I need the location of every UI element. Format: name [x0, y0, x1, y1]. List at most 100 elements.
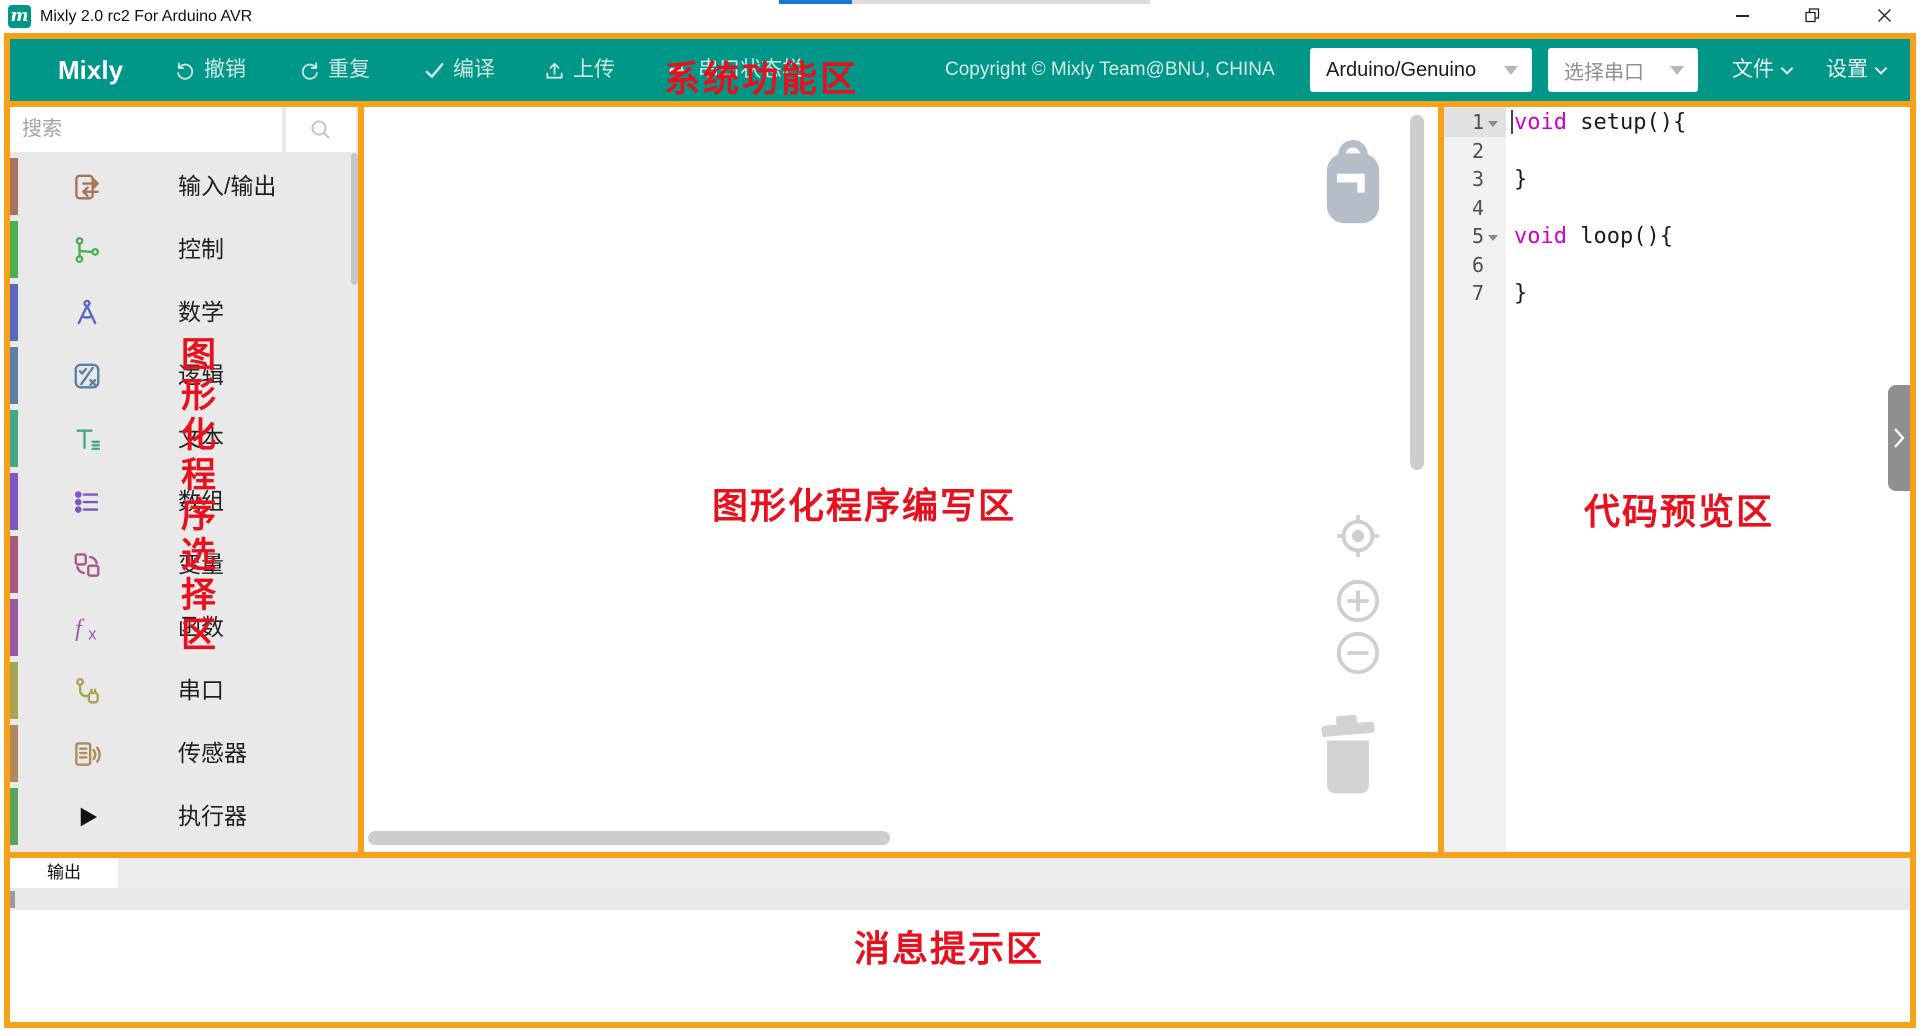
toolbar-button-compile[interactable]: 编译 — [423, 39, 495, 101]
board-select-value: Arduino/Genuino — [1326, 59, 1476, 82]
fold-arrow-icon[interactable] — [1488, 235, 1498, 241]
search-input[interactable] — [10, 107, 282, 152]
top-progress-track — [852, 0, 1150, 4]
toolbar-button-label: 串口状态栏 — [698, 39, 803, 101]
category-color-bar — [10, 662, 18, 719]
sensor-icon — [72, 739, 102, 769]
category-item[interactable]: 逻辑 — [10, 344, 358, 407]
canvas-horizontal-scrollbar[interactable] — [368, 831, 890, 845]
array-icon — [72, 487, 102, 517]
category-item[interactable]: fx 函数 — [10, 596, 358, 659]
gutter-line: 2 — [1444, 137, 1506, 166]
trash-icon[interactable] — [1314, 707, 1382, 804]
toolbar-button-redo[interactable]: 重复 — [298, 39, 370, 101]
category-label: 数组 — [178, 470, 224, 533]
category-label: 执行器 — [178, 785, 247, 848]
chevron-down-icon — [1670, 66, 1684, 75]
redo-icon — [298, 59, 321, 82]
restore-icon — [1805, 8, 1820, 23]
category-item[interactable]: 变量 — [10, 533, 358, 596]
category-color-bar — [10, 410, 18, 467]
category-item[interactable]: 输入/输出 — [10, 155, 358, 218]
code-preview-zone: 1void setup(){23}45void loop(){67} — [1438, 101, 1916, 858]
expand-panel-button[interactable] — [1888, 385, 1910, 491]
toolbar-button-upload[interactable]: 上传 — [543, 39, 615, 101]
undo-icon — [174, 59, 197, 82]
output-tab[interactable]: 输出 — [10, 858, 118, 888]
category-item[interactable]: 串口 — [10, 659, 358, 722]
serialport-icon — [72, 676, 102, 706]
search-button[interactable] — [286, 107, 356, 152]
gutter-line: 7 — [1444, 279, 1506, 308]
chevron-down-icon — [1874, 66, 1888, 75]
category-item[interactable]: 文本 — [10, 407, 358, 470]
category-color-bar — [10, 725, 18, 782]
sidebar-scrollbar[interactable] — [351, 153, 358, 285]
category-item[interactable]: 数学 — [10, 281, 358, 344]
gutter-line: 5 — [1444, 222, 1506, 251]
code-token-plain: } — [1514, 281, 1527, 306]
gutter-line: 3 — [1444, 165, 1506, 194]
io-icon — [72, 172, 102, 202]
category-label: 串口 — [178, 659, 224, 722]
category-color-bar — [10, 536, 18, 593]
output-scroll-handle[interactable] — [10, 891, 15, 908]
category-label: 传感器 — [178, 722, 247, 785]
toolbar-zone: Mixly 撤销 重复编译 上传 串口状态栏 Copyright © Mixly Te… — [4, 33, 1916, 107]
toolbar-button-label: 重复 — [328, 39, 370, 101]
category-item[interactable]: 数组 — [10, 470, 358, 533]
line-number: 6 — [1444, 251, 1484, 280]
gutter-line: 4 — [1444, 194, 1506, 223]
toolbar-button-label: 上传 — [573, 39, 615, 101]
file-menu-label: 文件 — [1732, 39, 1774, 101]
settings-menu[interactable]: 设置 — [1826, 39, 1888, 101]
board-select-dropdown[interactable]: Arduino/Genuino — [1310, 48, 1532, 92]
zoom-out-icon[interactable] — [1335, 630, 1381, 681]
zoom-in-icon[interactable] — [1335, 578, 1381, 629]
line-number: 7 — [1444, 279, 1484, 308]
line-number: 2 — [1444, 137, 1484, 166]
code-line: } — [1514, 279, 1527, 308]
backpack-icon[interactable] — [1318, 133, 1388, 234]
category-color-bar — [10, 347, 18, 404]
fold-arrow-icon[interactable] — [1488, 121, 1498, 127]
chevron-down-icon — [1780, 66, 1794, 75]
zoom-reset-icon[interactable] — [1335, 513, 1381, 564]
restore-button[interactable] — [1790, 0, 1835, 31]
close-button[interactable] — [1862, 0, 1907, 31]
category-item[interactable]: 执行器 — [10, 785, 358, 848]
category-label: 函数 — [178, 596, 224, 659]
code-token-keyword: void — [1514, 224, 1567, 249]
title-bar: m Mixly 2.0 rc2 For Arduino AVR — [0, 0, 1920, 33]
window-title: Mixly 2.0 rc2 For Arduino AVR — [40, 0, 252, 33]
category-item[interactable]: 控制 — [10, 218, 358, 281]
minimize-button[interactable] — [1720, 0, 1765, 31]
file-menu[interactable]: 文件 — [1732, 39, 1794, 101]
category-item[interactable]: 传感器 — [10, 722, 358, 785]
control-icon — [72, 235, 102, 265]
toolbar-button-undo[interactable]: 撤销 — [174, 39, 246, 101]
category-color-bar — [10, 158, 18, 215]
toolbar-button-serial-status[interactable]: 串口状态栏 — [668, 39, 803, 101]
variable-icon — [72, 550, 102, 580]
port-select-value: 选择串口 — [1564, 56, 1644, 85]
logic-icon — [72, 361, 102, 391]
mixly-menu-button[interactable]: Mixly — [58, 39, 123, 101]
gutter-line: 1 — [1444, 108, 1506, 137]
upload-icon — [543, 59, 566, 82]
svg-text:x: x — [88, 625, 96, 643]
line-number: 3 — [1444, 165, 1484, 194]
code-token-plain: } — [1514, 167, 1527, 192]
category-label: 控制 — [178, 218, 224, 281]
block-workspace-zone[interactable] — [358, 101, 1444, 858]
canvas-vertical-scrollbar[interactable] — [1410, 115, 1424, 470]
copyright-text: Copyright © Mixly Team@BNU, CHINA — [945, 39, 1275, 101]
category-color-bar — [10, 221, 18, 278]
category-color-bar — [10, 473, 18, 530]
toolbar-button-label: 撤销 — [204, 39, 246, 101]
port-select-dropdown[interactable]: 选择串口 — [1548, 48, 1698, 92]
code-token-keyword: void — [1514, 110, 1567, 135]
svg-text:f: f — [75, 616, 85, 642]
gutter-line: 6 — [1444, 251, 1506, 280]
category-color-bar — [10, 599, 18, 656]
